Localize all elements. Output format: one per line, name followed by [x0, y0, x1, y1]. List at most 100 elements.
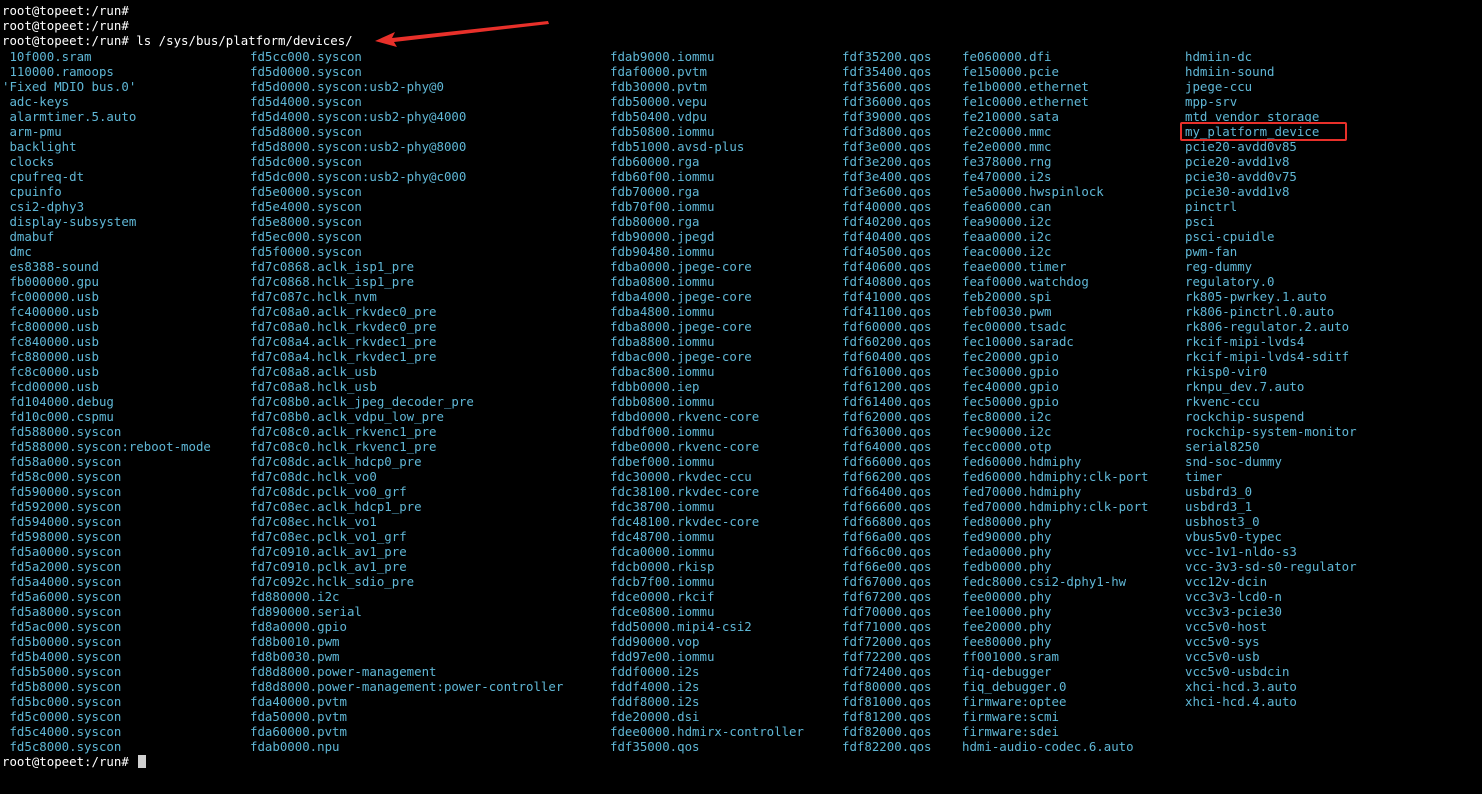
- device-entry: fd10c000.cspmu: [2, 409, 114, 424]
- device-entry: fd5c4000.syscon: [2, 724, 122, 739]
- device-entry: fed90000.phy: [962, 529, 1052, 544]
- device-entry: fd594000.syscon: [2, 514, 122, 529]
- device-entry: fdf64000.qos: [842, 439, 932, 454]
- device-entry: clocks: [2, 154, 55, 169]
- device-entry: fdf60200.qos: [842, 334, 932, 349]
- device-entry: fdb50800.iommu: [610, 124, 715, 139]
- device-entry: hdmi-audio-codec.6.auto: [962, 739, 1134, 754]
- device-entry: fdba8000.jpege-core: [610, 319, 752, 334]
- device-entry: fed70000.hdmiphy: [962, 484, 1082, 499]
- device-entry: fedb0000.phy: [962, 559, 1052, 574]
- device-entry: snd-soc-dummy: [1185, 454, 1282, 469]
- device-entry: fd7c08c0.aclk_rkvenc1_pre: [250, 424, 437, 439]
- device-entry: dmc: [2, 244, 32, 259]
- device-entry: fdaf0000.pvtm: [610, 64, 707, 79]
- device-entry: fdab0000.npu: [250, 739, 340, 754]
- device-entry: fdbac800.iommu: [610, 364, 715, 379]
- device-entry: fd5cc000.syscon: [250, 49, 362, 64]
- device-entry: fe1b0000.ethernet: [962, 79, 1089, 94]
- device-entry: fd104000.debug: [2, 394, 114, 409]
- device-entry: fb000000.gpu: [2, 274, 99, 289]
- device-entry: pinctrl: [1185, 199, 1238, 214]
- device-entry: backlight: [2, 139, 77, 154]
- device-entry: fd5e4000.syscon: [250, 199, 362, 214]
- device-entry: fd8d8000.power-management:power-controll…: [250, 679, 564, 694]
- device-entry: rkcif-mipi-lvds4-sditf: [1185, 349, 1350, 364]
- device-entry: fd5c8000.syscon: [2, 739, 122, 754]
- device-entry: fdf3e200.qos: [842, 154, 932, 169]
- device-entry: fd5d8000.syscon: [250, 124, 362, 139]
- final-prompt-line[interactable]: root@topeet:/run#: [2, 754, 147, 769]
- device-entry: fdf40400.qos: [842, 229, 932, 244]
- device-entry: fd8d8000.power-management: [250, 664, 437, 679]
- device-entry: fdf66c00.qos: [842, 544, 932, 559]
- device-entry: fdbd0000.rkvenc-core: [610, 409, 760, 424]
- device-entry: fdb80000.rga: [610, 214, 700, 229]
- device-entry: vcc5v0-host: [1185, 619, 1268, 634]
- device-entry: fd7c08b0.aclk_jpeg_decoder_pre: [250, 394, 474, 409]
- device-entry: fd8a0000.gpio: [250, 619, 347, 634]
- device-entry: fdf61200.qos: [842, 379, 932, 394]
- device-entry: fec10000.saradc: [962, 334, 1074, 349]
- device-entry: fdba4000.jpege-core: [610, 289, 752, 304]
- highlight-box: [1180, 122, 1347, 141]
- device-entry: fdf3e600.qos: [842, 184, 932, 199]
- device-entry: fd5c0000.syscon: [2, 709, 122, 724]
- device-entry: firmware:sdei: [962, 724, 1059, 739]
- device-entry: fdbb0000.iep: [610, 379, 700, 394]
- device-entry: fdf40000.qos: [842, 199, 932, 214]
- device-entry: timer: [1185, 469, 1223, 484]
- device-entry: fd5dc000.syscon: [250, 154, 362, 169]
- device-entry: fdba4800.iommu: [610, 304, 715, 319]
- device-listing: 10f000.sram 110000.ramoops 'Fixed MDIO bu…: [0, 49, 1482, 754]
- device-entry: fdf72000.qos: [842, 634, 932, 649]
- device-entry: pwm-fan: [1185, 244, 1238, 259]
- device-entry: fdce0000.rkcif: [610, 589, 715, 604]
- device-entry: rkisp0-vir0: [1185, 364, 1268, 379]
- device-entry: fd7c08a4.aclk_rkvdec1_pre: [250, 334, 437, 349]
- device-entry: fdb60f00.iommu: [610, 169, 715, 184]
- device-entry: fddf0000.i2s: [610, 664, 700, 679]
- device-entry: fd7c0910.pclk_av1_pre: [250, 559, 407, 574]
- device-entry: fdbef000.iommu: [610, 454, 715, 469]
- device-entry: 10f000.sram: [2, 49, 92, 64]
- device-entry: fd7c08ec.pclk_vo1_grf: [250, 529, 407, 544]
- device-entry: fd7c08dc.hclk_vo0: [250, 469, 377, 484]
- device-entry: fc800000.usb: [2, 319, 99, 334]
- device-entry: fdc48100.rkvdec-core: [610, 514, 760, 529]
- device-entry: fdf60400.qos: [842, 349, 932, 364]
- device-entry: fdf66a00.qos: [842, 529, 932, 544]
- device-entry: feac0000.i2c: [962, 244, 1052, 259]
- device-entry: fed80000.phy: [962, 514, 1052, 529]
- device-entry: fiq_debugger.0: [962, 679, 1067, 694]
- device-entry: fdf70000.qos: [842, 604, 932, 619]
- device-entry: rockchip-suspend: [1185, 409, 1305, 424]
- device-entry: fdf40500.qos: [842, 244, 932, 259]
- device-entry: arm-pmu: [2, 124, 62, 139]
- device-entry: fdbe0000.rkvenc-core: [610, 439, 760, 454]
- device-entry: fd7c08c0.hclk_rkvenc1_pre: [250, 439, 437, 454]
- device-entry: rknpu_dev.7.auto: [1185, 379, 1305, 394]
- device-entry: fdf35000.qos: [610, 739, 700, 754]
- device-entry: fe2e0000.mmc: [962, 139, 1052, 154]
- device-entry: fecc0000.otp: [962, 439, 1052, 454]
- device-entry: fd5e8000.syscon: [250, 214, 362, 229]
- device-entry: fec30000.gpio: [962, 364, 1059, 379]
- device-entry: fee20000.phy: [962, 619, 1052, 634]
- device-entry: vcc-1v1-nldo-s3: [1185, 544, 1297, 559]
- device-entry: fda40000.pvtm: [250, 694, 347, 709]
- device-entry: fc8c0000.usb: [2, 364, 99, 379]
- device-entry: fc880000.usb: [2, 349, 99, 364]
- device-entry: feae0000.timer: [962, 259, 1067, 274]
- device-entry: fdc38100.rkvdec-core: [610, 484, 760, 499]
- device-entry: fd5a8000.syscon: [2, 604, 122, 619]
- device-entry: feda0000.phy: [962, 544, 1052, 559]
- device-entry: fec00000.tsadc: [962, 319, 1067, 334]
- device-entry: fea90000.i2c: [962, 214, 1052, 229]
- device-entry: fd8b0030.pwm: [250, 649, 340, 664]
- device-entry: fd58c000.syscon: [2, 469, 122, 484]
- device-entry: fcd00000.usb: [2, 379, 99, 394]
- device-entry: fdf3d800.qos: [842, 124, 932, 139]
- device-entry: fd5f0000.syscon: [250, 244, 362, 259]
- device-entry: xhci-hcd.4.auto: [1185, 694, 1297, 709]
